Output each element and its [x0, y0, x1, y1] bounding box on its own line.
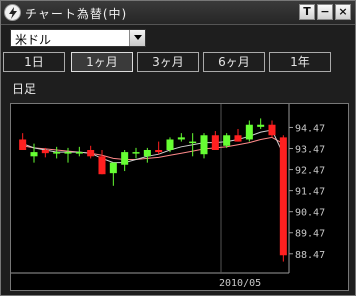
tab-1year[interactable]: 1年 [269, 52, 331, 72]
y-tick-label: 90.47 [295, 208, 325, 219]
candle-up [177, 137, 185, 140]
moving-average-long-line [22, 136, 284, 160]
candle-up [189, 141, 197, 144]
candle-up [30, 152, 38, 157]
price-chart[interactable]: 94.47 93.47 92.47 91.47 90.47 89.47 88.47 2010/… [10, 103, 349, 291]
currency-pair-value: 米ドル [15, 33, 52, 47]
y-tick-label: 92.47 [295, 166, 325, 177]
candle-up [64, 152, 72, 154]
currency-pair-select[interactable]: 米ドル [10, 29, 146, 47]
candle-up [166, 139, 174, 150]
tab-1month[interactable]: 1ヶ月 [71, 52, 133, 72]
candle-up [245, 124, 253, 140]
candle-down [279, 137, 287, 256]
dropdown-arrow-icon[interactable] [129, 30, 145, 46]
title-bar[interactable]: チャート為替(中) T − × [1, 1, 355, 25]
period-tabs: 1日 1ヶ月 3ヶ月 6ヶ月 1年 [3, 52, 355, 72]
candle-up [109, 162, 117, 174]
candle-interval-label: 日足 [12, 82, 37, 96]
tab-1day[interactable]: 1日 [3, 52, 65, 72]
x-date-label: 2010/05 [219, 278, 261, 289]
candle-down [234, 135, 242, 142]
candle-down [155, 150, 163, 153]
candle-up [132, 152, 140, 154]
candlestick-chart-svg: 94.47 93.47 92.47 91.47 90.47 89.47 88.47 2010/… [11, 104, 325, 289]
candle-up [121, 152, 129, 165]
app-logo-icon [4, 4, 21, 21]
candle-up [223, 135, 231, 146]
chart-window: チャート為替(中) T − × 米ドル 1日 1ヶ月 3ヶ月 6ヶ月 1年 日足… [0, 0, 356, 296]
candle-up [75, 152, 83, 154]
candle-up [257, 124, 265, 127]
topmost-toggle-button[interactable]: T [299, 4, 315, 20]
candle-down [41, 150, 49, 154]
candle-up [53, 152, 61, 154]
y-tick-label: 93.47 [295, 145, 325, 156]
y-tick-label: 91.47 [295, 187, 325, 198]
tab-3months[interactable]: 3ヶ月 [137, 52, 199, 72]
candle-up [143, 150, 151, 157]
minimize-button[interactable]: − [317, 4, 333, 20]
tab-6months[interactable]: 6ヶ月 [203, 52, 265, 72]
y-tick-label: 89.47 [295, 229, 325, 240]
candle-down [19, 139, 27, 150]
window-title: チャート為替(中) [25, 7, 128, 21]
candle-up [200, 135, 208, 155]
candle-down [98, 156, 106, 175]
close-button[interactable]: × [335, 4, 351, 20]
candle-down [87, 150, 95, 157]
y-tick-label: 88.47 [295, 250, 325, 261]
y-tick-label: 94.47 [295, 123, 325, 134]
candle-down [211, 135, 219, 150]
candle-down [268, 124, 276, 136]
